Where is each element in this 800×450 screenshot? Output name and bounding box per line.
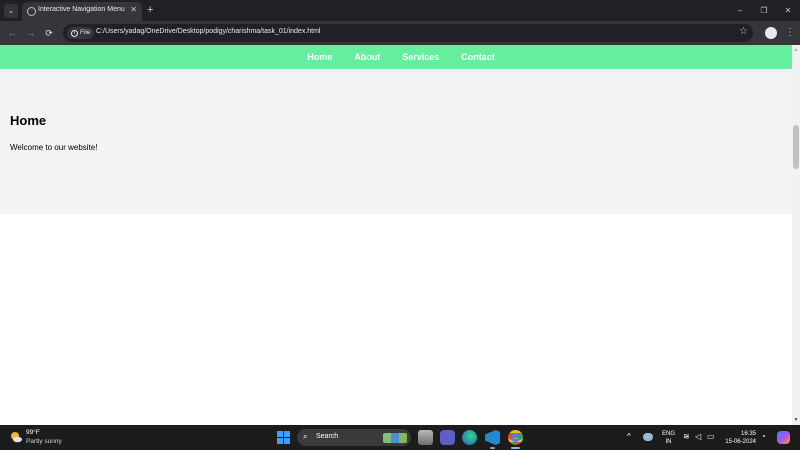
- volume-icon[interactable]: ◁: [695, 432, 701, 441]
- wifi-icon[interactable]: ≋: [683, 432, 690, 441]
- nav-link-services[interactable]: Services: [402, 52, 439, 62]
- clock-date: 15-06-2024: [725, 439, 756, 445]
- onedrive-cloud-icon[interactable]: [643, 433, 653, 441]
- bookmark-star-icon[interactable]: ☆: [739, 26, 748, 37]
- tray-overflow-chevron-icon[interactable]: ^: [627, 432, 631, 441]
- system-clock[interactable]: 16:35 15-06-2024: [724, 430, 756, 446]
- nav-link-about[interactable]: About: [354, 52, 380, 62]
- back-button[interactable]: ←: [5, 26, 19, 40]
- new-tab-button[interactable]: +: [147, 3, 153, 17]
- globe-icon: [27, 7, 36, 16]
- info-icon: i: [71, 29, 78, 37]
- search-icon: ⌕: [303, 432, 308, 441]
- reload-button[interactable]: ⟳: [42, 26, 56, 40]
- windows-taskbar: 99°F Partly sunny ⌕ Search ^ ENG IN ≋ ◁ …: [0, 425, 800, 450]
- weather-description[interactable]: Partly sunny: [26, 438, 62, 445]
- notification-bell-icon[interactable]: ◔: [761, 432, 766, 441]
- scroll-down-arrow-icon[interactable]: ▼: [792, 417, 800, 423]
- url-text[interactable]: C:/Users/yadag/OneDrive/Desktop/podigy/c…: [96, 28, 321, 35]
- language-indicator[interactable]: ENG IN: [662, 430, 675, 446]
- search-highlight-icon: [383, 433, 407, 443]
- clock-time: 16:35: [740, 431, 756, 437]
- home-section: Home Welcome to our website!: [0, 69, 792, 214]
- vscode-running-indicator: [490, 447, 495, 449]
- forward-button[interactable]: →: [24, 26, 38, 40]
- region-code: IN: [665, 439, 672, 445]
- nav-link-contact[interactable]: Contact: [461, 52, 495, 62]
- browser-menu-icon[interactable]: ⋮: [785, 26, 795, 40]
- vscode-icon[interactable]: [485, 430, 500, 445]
- search-label: Search: [316, 433, 339, 440]
- tab-search-icon[interactable]: ⌄: [4, 4, 18, 18]
- browser-tab[interactable]: Interactive Navigation Menu ✕: [22, 2, 142, 21]
- minimize-button[interactable]: –: [728, 0, 752, 21]
- address-bar[interactable]: i File C:/Users/yadag/OneDrive/Desktop/p…: [63, 24, 753, 42]
- copilot-icon[interactable]: [777, 431, 790, 444]
- page-scrollbar[interactable]: ▲ ▼: [792, 45, 800, 425]
- scroll-up-arrow-icon[interactable]: ▲: [792, 47, 800, 53]
- site-navigation: Home About Services Contact: [0, 45, 792, 69]
- battery-icon[interactable]: ▭: [707, 432, 715, 441]
- nav-link-home[interactable]: Home: [307, 52, 332, 62]
- windows-start-icon[interactable]: [277, 431, 290, 444]
- site-info-chip[interactable]: i File: [67, 27, 95, 39]
- browser-toolbar: ← → ⟳ i File C:/Users/yadag/OneDrive/Des…: [0, 21, 800, 45]
- window-controls: – ❐ ✕: [728, 0, 800, 21]
- partly-sunny-icon[interactable]: [9, 430, 23, 444]
- page-viewport: Home About Services Contact Home Welcome…: [0, 45, 792, 425]
- welcome-text: Welcome to our website!: [10, 143, 98, 152]
- teams-icon[interactable]: [440, 430, 455, 445]
- section-title: Home: [10, 113, 47, 128]
- tab-close-icon[interactable]: ✕: [130, 5, 137, 14]
- chrome-icon[interactable]: [508, 430, 523, 445]
- close-window-button[interactable]: ✕: [776, 0, 800, 21]
- language-code: ENG: [662, 431, 676, 437]
- browser-tab-bar: ⌄ Interactive Navigation Menu ✕ + – ❐ ✕: [0, 0, 800, 21]
- profile-avatar-icon[interactable]: [765, 27, 777, 39]
- tab-title: Interactive Navigation Menu: [38, 6, 125, 13]
- restore-button[interactable]: ❐: [752, 0, 776, 21]
- taskbar-search[interactable]: ⌕ Search: [297, 429, 411, 446]
- chrome-active-indicator: [511, 447, 520, 449]
- scroll-thumb[interactable]: [793, 125, 799, 169]
- file-chip-label: File: [80, 29, 91, 36]
- edge-icon[interactable]: [462, 430, 477, 445]
- weather-temperature[interactable]: 99°F: [26, 429, 40, 436]
- file-explorer-icon[interactable]: [418, 430, 433, 445]
